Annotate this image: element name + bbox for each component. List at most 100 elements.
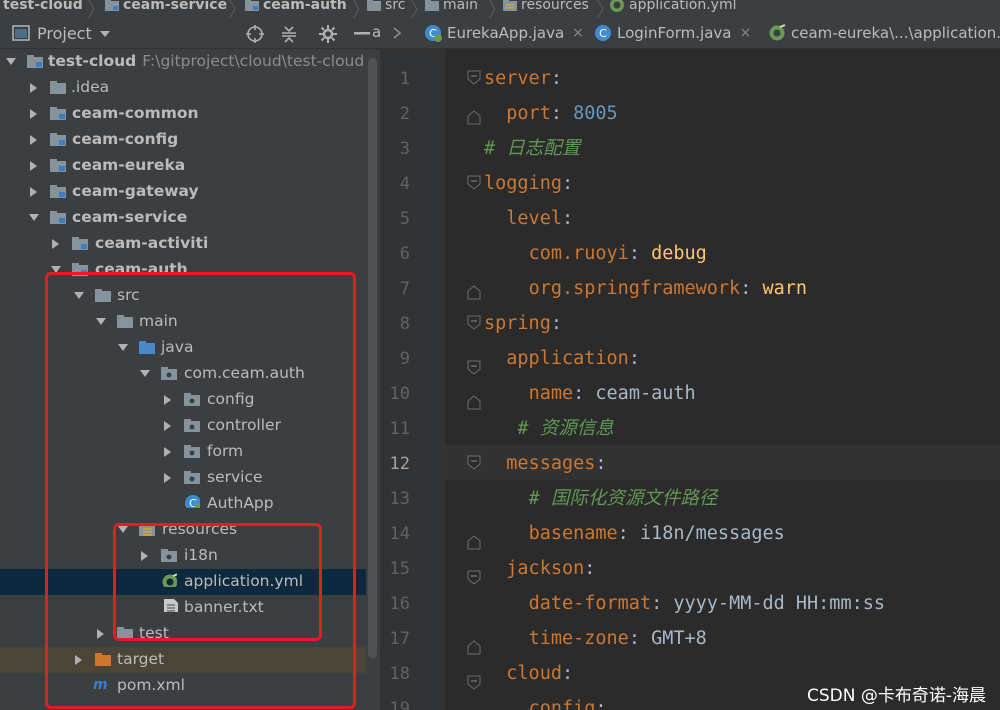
line-number: 8 xyxy=(399,314,410,334)
tree-item-test-cloud[interactable]: test-cloud F:\gitproject\cloud\test-cloud xyxy=(0,49,380,75)
fold-marker-icon[interactable] xyxy=(467,675,481,690)
collapsed-arrow-icon[interactable] xyxy=(29,135,39,145)
fold-end-marker-icon[interactable] xyxy=(467,535,481,550)
chevron-right-icon xyxy=(87,0,95,18)
chevron-right-icon xyxy=(410,0,418,18)
tree-item-idea[interactable]: .idea xyxy=(0,75,366,101)
project-panel-header: Project a xyxy=(0,18,380,49)
module-folder-icon xyxy=(27,55,43,68)
chevron-down-icon[interactable] xyxy=(100,31,110,38)
code-line: port: 8005 xyxy=(506,103,618,124)
line-number: 6 xyxy=(399,244,410,264)
project-path: F:\gitproject\cloud\test-cloud xyxy=(142,52,365,70)
breadcrumb-label: ceam-service xyxy=(123,0,228,13)
fold-end-marker-icon[interactable] xyxy=(467,395,481,410)
tree-item-ceam-config[interactable]: ceam-config xyxy=(0,127,366,153)
tree-item-label: ceam-gateway xyxy=(72,182,199,200)
tree-item-label: ceam-service xyxy=(72,208,188,226)
code-line: level: xyxy=(506,208,574,229)
code-editor: C EurekaApp.java × C LoginForm.java × ce… xyxy=(380,18,1000,710)
tree-scrollbar[interactable] xyxy=(368,58,377,658)
tab-label: EurekaApp.java xyxy=(447,24,565,42)
spring-yml-file-icon xyxy=(610,0,624,12)
tree-item-label: .idea xyxy=(71,78,110,96)
spring-yml-file-icon xyxy=(769,24,786,41)
tab-label: LoginForm.java xyxy=(617,24,732,42)
project-view-selector[interactable]: Project xyxy=(37,24,92,43)
tab-ceam-eureka-application-yml[interactable]: ceam-eureka\...\application.y xyxy=(768,18,1000,48)
line-number: 13 xyxy=(389,489,410,509)
folder-icon xyxy=(50,81,66,94)
code-line: application: xyxy=(506,348,640,369)
chevron-right-icon xyxy=(488,0,496,18)
fold-end-marker-icon[interactable] xyxy=(467,285,481,300)
breadcrumb-item-src[interactable]: src xyxy=(366,0,405,13)
code-line-comment: # 日志配置 xyxy=(484,138,581,159)
breadcrumb-item-resources[interactable]: resources xyxy=(502,0,589,13)
close-icon[interactable]: × xyxy=(739,25,751,41)
tree-item-ceam-activiti[interactable]: ceam-activiti xyxy=(0,231,366,257)
line-number: 4 xyxy=(399,174,410,194)
breadcrumb-item-ceam-service[interactable]: ceam-service xyxy=(104,0,227,13)
spring-boot-class-icon: C xyxy=(425,25,442,42)
tree-item-ceam-common[interactable]: ceam-common xyxy=(0,101,366,127)
tab-loginform-java[interactable]: C LoginForm.java × xyxy=(594,18,751,48)
tab-overflow-arrow[interactable] xyxy=(380,18,404,48)
fold-end-marker-icon[interactable] xyxy=(467,640,481,655)
expanded-arrow-icon[interactable] xyxy=(6,57,16,67)
tab-eurekaapp-java[interactable]: C EurekaApp.java × xyxy=(424,18,584,48)
breadcrumb-item-application-yml[interactable]: application.yml xyxy=(608,0,737,13)
locate-target-icon[interactable] xyxy=(246,25,264,43)
fold-marker-icon[interactable] xyxy=(467,455,481,470)
tree-item-ceam-eureka[interactable]: ceam-eureka xyxy=(0,153,366,179)
fold-marker-icon[interactable] xyxy=(467,70,481,85)
tree-item-label: ceam-common xyxy=(72,104,199,122)
collapsed-arrow-icon[interactable] xyxy=(29,161,39,171)
code-line: com.ruoyi: debug xyxy=(528,243,707,264)
collapsed-arrow-icon[interactable] xyxy=(29,83,39,93)
collapsed-arrow-icon[interactable] xyxy=(29,109,39,119)
module-folder-icon xyxy=(105,0,119,11)
fold-marker-icon[interactable] xyxy=(467,315,481,330)
module-folder-icon xyxy=(50,185,66,198)
fold-end-marker-icon[interactable] xyxy=(467,110,481,125)
fold-marker-icon[interactable] xyxy=(467,570,481,585)
breadcrumb-label: main xyxy=(443,0,478,13)
expanded-arrow-icon[interactable] xyxy=(29,213,39,223)
code-line-current: messages: xyxy=(506,453,607,474)
tree-item-label: ceam-eureka xyxy=(72,156,186,174)
collapsed-arrow-icon[interactable] xyxy=(29,187,39,197)
fold-marker-icon[interactable] xyxy=(467,360,481,375)
tree-item-ceam-gateway[interactable]: ceam-gateway xyxy=(0,179,366,205)
code-line: server: xyxy=(484,68,562,89)
folder-icon xyxy=(367,0,381,11)
gear-icon[interactable] xyxy=(319,25,337,43)
fold-marker-icon[interactable] xyxy=(467,175,481,190)
code-line: spring: xyxy=(484,313,562,334)
line-number: 16 xyxy=(389,594,410,614)
collapsed-arrow-icon[interactable] xyxy=(51,239,61,249)
code-line: basename: i18n/messages xyxy=(528,523,785,544)
breadcrumb-label: ceam-auth xyxy=(263,0,347,13)
hide-panel-icon[interactable] xyxy=(354,32,370,35)
breadcrumb-label: src xyxy=(385,0,406,13)
code-line: jackson: xyxy=(506,558,596,579)
line-number-current: 12 xyxy=(389,454,410,474)
code-line: date-format: yyyy-MM-dd HH:mm:ss xyxy=(528,593,885,614)
line-number: 15 xyxy=(389,559,410,579)
breadcrumb-item-test-cloud[interactable]: test-cloud xyxy=(0,0,83,13)
project-tool-window: Project a test-cloud F:\gitproject\cloud\… xyxy=(0,18,380,710)
code-line-comment: # 国际化资源文件路径 xyxy=(528,488,718,509)
svg-text:C: C xyxy=(599,27,607,40)
collapse-all-icon[interactable] xyxy=(280,25,298,43)
line-number: 1 xyxy=(399,69,410,89)
breadcrumb-label: test-cloud xyxy=(3,0,83,13)
close-icon[interactable]: × xyxy=(572,25,584,41)
tree-item-ceam-service[interactable]: ceam-service xyxy=(0,205,366,231)
breadcrumb-item-main[interactable]: main xyxy=(424,0,478,13)
line-number: 19 xyxy=(389,699,410,710)
breadcrumb-item-ceam-auth[interactable]: ceam-auth xyxy=(244,0,347,13)
module-folder-icon xyxy=(50,107,66,120)
line-number: 10 xyxy=(389,384,410,404)
chevron-right-icon xyxy=(228,0,236,18)
